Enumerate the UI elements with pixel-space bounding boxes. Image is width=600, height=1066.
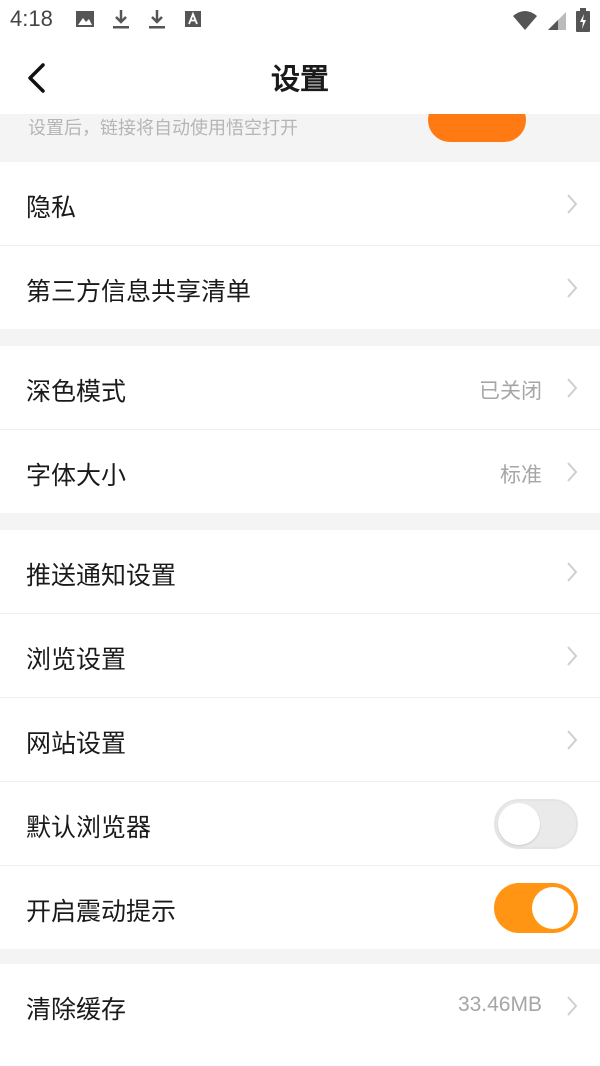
toggle-knob	[532, 887, 574, 929]
settings-item-vibration: 开启震动提示	[0, 866, 600, 949]
settings-item-label: 推送通知设置	[26, 561, 177, 590]
settings-item-label: 浏览设置	[26, 645, 127, 674]
settings-item-dark-mode[interactable]: 深色模式 已关闭	[0, 346, 600, 430]
signal-icon	[546, 9, 568, 35]
image-icon	[74, 8, 96, 30]
settings-item-clear-cache[interactable]: 清除缓存 33.46MB	[0, 964, 600, 1047]
chevron-right-icon	[567, 278, 578, 298]
font-icon	[182, 8, 204, 30]
toggle-knob	[498, 803, 540, 845]
chevron-right-icon	[567, 996, 578, 1016]
notification-icons	[74, 8, 204, 30]
settings-item-label: 字体大小	[26, 461, 127, 490]
default-browser-toggle[interactable]	[494, 799, 578, 849]
battery-charging-icon	[576, 8, 590, 36]
chevron-right-icon	[567, 378, 578, 398]
settings-group-browsing: 推送通知设置 浏览设置 网站设置 默认浏览器 开启震动提示	[0, 530, 600, 949]
status-time: 4:18	[10, 6, 53, 31]
chevron-right-icon	[567, 730, 578, 750]
settings-item-site-settings[interactable]: 网站设置	[0, 698, 600, 782]
settings-item-label: 网站设置	[26, 729, 127, 758]
chevron-right-icon	[567, 562, 578, 582]
chevron-right-icon	[567, 194, 578, 214]
vibration-toggle[interactable]	[494, 883, 578, 933]
wifi-icon	[512, 9, 538, 35]
settings-item-label: 开启震动提示	[26, 897, 177, 926]
settings-item-default-browser: 默认浏览器	[0, 782, 600, 866]
partial-action-button[interactable]	[428, 114, 526, 142]
system-icons	[512, 8, 590, 36]
chevron-right-icon	[567, 646, 578, 666]
settings-item-value: 已关闭	[479, 380, 542, 403]
settings-item-label: 默认浏览器	[26, 813, 152, 842]
settings-item-font-size[interactable]: 字体大小 标准	[0, 430, 600, 513]
page-title: 设置	[270, 62, 329, 96]
settings-item-value: 标准	[500, 464, 542, 487]
download-icon	[146, 8, 168, 30]
settings-item-browsing-settings[interactable]: 浏览设置	[0, 614, 600, 698]
settings-item-label: 第三方信息共享清单	[26, 277, 252, 306]
partial-setting-description: 设置后，链接将自动使用悟空打开	[28, 118, 298, 139]
settings-item-label: 深色模式	[26, 377, 127, 406]
download-icon	[110, 8, 132, 30]
cache-size-value: 33.46MB	[457, 993, 542, 1016]
settings-item-label: 隐私	[26, 193, 77, 222]
settings-group-display: 深色模式 已关闭 字体大小 标准	[0, 346, 600, 513]
settings-group-privacy: 隐私 第三方信息共享清单	[0, 162, 600, 329]
app-header: 设置	[0, 40, 600, 114]
settings-group-storage: 清除缓存 33.46MB	[0, 964, 600, 1066]
settings-item-push-notifications[interactable]: 推送通知设置	[0, 530, 600, 614]
chevron-right-icon	[567, 462, 578, 482]
settings-item-privacy[interactable]: 隐私	[0, 162, 600, 246]
settings-item-label: 清除缓存	[26, 995, 127, 1024]
status-bar: 4:18	[0, 0, 600, 40]
settings-item-third-party-sharing[interactable]: 第三方信息共享清单	[0, 246, 600, 329]
partial-setting-row: 设置后，链接将自动使用悟空打开	[0, 114, 600, 161]
